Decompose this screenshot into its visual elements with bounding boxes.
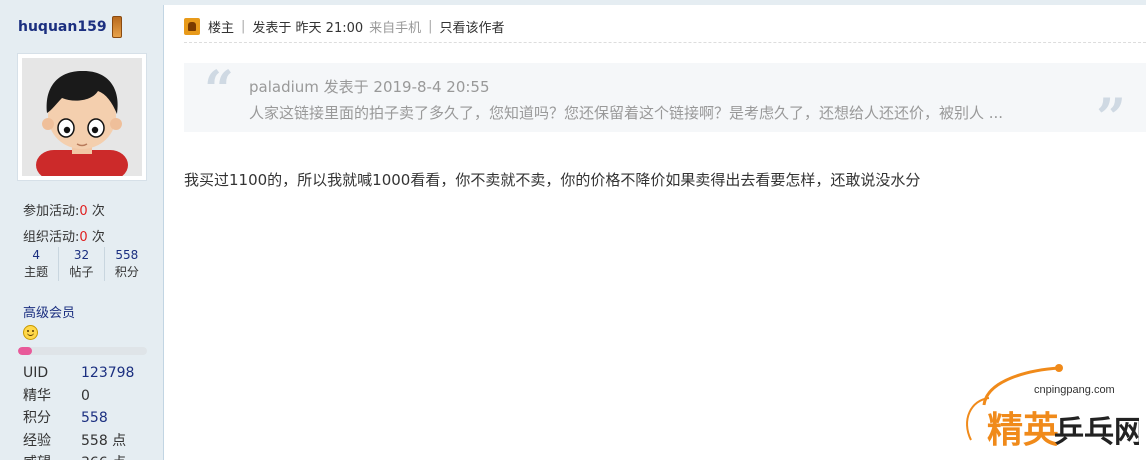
avatar[interactable] bbox=[17, 53, 147, 181]
count-posts-value: 32 bbox=[73, 248, 90, 262]
post-header: 楼主 | 发表于 昨天 21:00 来自手机 | 只看该作者 bbox=[184, 17, 505, 36]
count-posts-label: 帖子 bbox=[69, 265, 94, 279]
count-points[interactable]: 558 积分 bbox=[103, 247, 149, 281]
activities-organized-label: 组织活动: bbox=[23, 230, 80, 245]
info-row-points: 积分 558 bbox=[23, 407, 134, 430]
post-body: 我买过1100的，所以我就喊1000看看，你不卖就不卖，你的价格不降价如果卖得出… bbox=[184, 171, 921, 189]
info-key: 威望 bbox=[23, 452, 81, 460]
watermark-logo-part-2: 乒乓网 bbox=[1054, 415, 1139, 450]
count-points-value: 558 bbox=[115, 248, 139, 262]
quote-text: 人家这链接里面的拍子卖了多久了，您知道吗？您还保留着这个链接啊？是考虑久了，还想… bbox=[249, 104, 1004, 122]
times-unit: 次 bbox=[91, 204, 105, 219]
info-value[interactable]: 558 bbox=[81, 407, 108, 430]
count-topics-value: 4 bbox=[32, 248, 40, 262]
site-logo-watermark: cnpingpang.com 精英 乒乓网 bbox=[966, 364, 1139, 451]
quote-open-icon: “ bbox=[204, 60, 234, 121]
count-posts[interactable]: 32 帖子 bbox=[58, 247, 103, 281]
activities-organized: 组织活动:0 次 bbox=[23, 226, 105, 245]
post-main: 楼主 | 发表于 昨天 21:00 来自手机 | 只看该作者 “ paladiu… bbox=[164, 5, 1146, 460]
count-topics-label: 主题 bbox=[24, 265, 49, 279]
quote-block: “ paladium 发表于 2019-8-4 20:55 人家这链接里面的拍子… bbox=[184, 60, 1146, 145]
post-source[interactable]: 来自手机 bbox=[369, 17, 421, 36]
quote-author[interactable]: paladium 发表于 2019-8-4 20:55 bbox=[249, 76, 490, 97]
separator: | bbox=[241, 19, 246, 34]
author-name-link[interactable]: huquan159 bbox=[18, 19, 107, 35]
original-poster-icon bbox=[184, 18, 200, 35]
only-author-link[interactable]: 只看该作者 bbox=[440, 17, 505, 36]
info-value[interactable]: 123798 bbox=[81, 362, 134, 385]
quote-close-icon: ” bbox=[1096, 88, 1126, 149]
author-sidebar: huquan159 参加活动:0 次 组织活动:0 次 4 主题 32 帖子 5… bbox=[0, 5, 164, 460]
header-divider bbox=[184, 42, 1146, 43]
info-key: UID bbox=[23, 365, 49, 381]
level-progress-bar bbox=[18, 347, 147, 355]
activities-joined: 参加活动:0 次 bbox=[23, 200, 105, 219]
level-progress-fill bbox=[18, 347, 33, 355]
info-value: 558 点 bbox=[81, 432, 127, 449]
activities-joined-label: 参加活动: bbox=[23, 204, 80, 219]
info-key: 经验 bbox=[23, 432, 51, 449]
post-time: 发表于 昨天 21:00 bbox=[252, 21, 364, 36]
user-info-list: UID 123798 精华 0 积分 558 经验 558 点 威望 366 点 bbox=[23, 362, 134, 460]
info-value: 366 点 bbox=[81, 452, 126, 460]
info-key: 积分 bbox=[23, 410, 51, 426]
info-value: 0 bbox=[81, 387, 90, 404]
count-points-label: 积分 bbox=[114, 265, 139, 279]
author-name-row: huquan159 bbox=[18, 16, 122, 38]
info-key: 精华 bbox=[23, 387, 51, 404]
separator: | bbox=[428, 19, 433, 34]
times-unit: 次 bbox=[91, 230, 105, 245]
floor-label: 楼主 bbox=[208, 21, 235, 36]
user-counts: 4 主题 32 帖子 558 积分 bbox=[14, 247, 149, 281]
mobile-icon bbox=[111, 16, 122, 38]
avatar-image bbox=[22, 58, 142, 176]
activities-organized-count: 0 bbox=[79, 230, 88, 245]
info-row-experience: 经验 558 点 bbox=[23, 430, 134, 453]
watermark-site: cnpingpang.com bbox=[1034, 384, 1115, 396]
activities-joined-count: 0 bbox=[79, 204, 88, 219]
info-row-digest: 精华 0 bbox=[23, 385, 134, 408]
level-smiley-icon bbox=[23, 325, 38, 340]
info-row-prestige: 威望 366 点 bbox=[23, 452, 134, 460]
user-level[interactable]: 高级会员 bbox=[23, 302, 75, 321]
count-topics[interactable]: 4 主题 bbox=[14, 247, 58, 281]
info-row-uid: UID 123798 bbox=[23, 362, 134, 385]
watermark-logo-part-1: 精英 bbox=[987, 410, 1060, 451]
